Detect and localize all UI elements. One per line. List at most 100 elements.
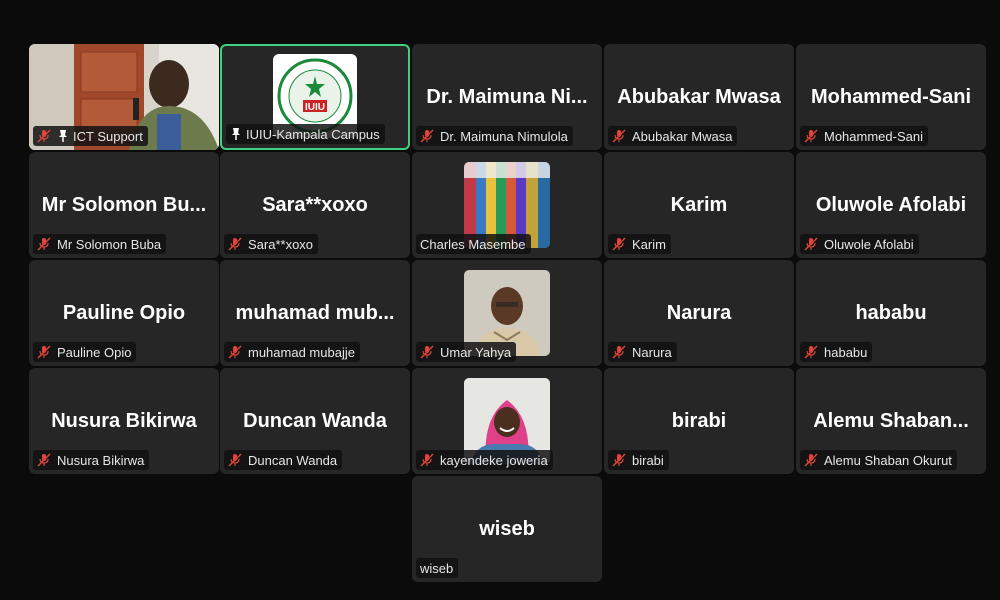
mic-muted-icon (228, 237, 242, 251)
mic-muted-icon (228, 345, 242, 359)
participant-display-name: Sara**xoxo (262, 194, 368, 216)
participant-name: hababu (824, 344, 868, 360)
participant-display-name: Mr Solomon Bu... (41, 194, 207, 216)
participant-display-name: Alemu Shaban... (813, 410, 969, 432)
participant-display-name: Nusura Bikirwa (51, 410, 197, 432)
participant-tile[interactable]: Dr. Maimuna Ni... Dr. Maimuna Nimulola (412, 44, 602, 150)
participant-tile[interactable]: Charles Masembe (412, 152, 602, 258)
participant-tile[interactable]: hababu hababu (796, 260, 986, 366)
participant-tile[interactable]: muhamad mub... muhamad mubajje (220, 260, 410, 366)
participant-name: Mohammed-Sani (824, 128, 923, 144)
participant-name: muhamad mubajje (248, 344, 355, 360)
participant-name: birabi (632, 452, 664, 468)
participant-name: Charles Masembe (420, 236, 526, 252)
participant-name-label: hababu (800, 342, 873, 362)
mic-muted-icon (228, 453, 242, 467)
participant-name-label: Dr. Maimuna Nimulola (416, 126, 573, 146)
participant-tile[interactable]: Umar Yahya (412, 260, 602, 366)
logo-text: IUIU (305, 102, 325, 113)
participant-display-name: Narura (666, 302, 732, 324)
participant-tile-ict-support[interactable]: ICT Support (29, 44, 219, 150)
participant-name: wiseb (420, 560, 454, 576)
participant-name-label: Nusura Bikirwa (33, 450, 150, 470)
participant-name-label: IUIU-Kampala Campus (226, 124, 385, 144)
participant-display-name: Oluwole Afolabi (815, 194, 967, 216)
mic-muted-icon (804, 345, 818, 359)
participant-name-label: Sara**xoxo (224, 234, 319, 254)
participant-tile[interactable]: wiseb wiseb (412, 476, 602, 582)
mic-muted-icon (37, 453, 51, 467)
participant-name-label: wiseb (416, 558, 459, 578)
participant-name-label: Oluwole Afolabi (800, 234, 919, 254)
mic-muted-icon (420, 129, 434, 143)
participant-tile[interactable]: Abubakar Mwasa Abubakar Mwasa (604, 44, 794, 150)
participant-name-label: birabi (608, 450, 669, 470)
participant-name-label: muhamad mubajje (224, 342, 360, 362)
participant-tile[interactable]: Mohammed-Sani Mohammed-Sani (796, 44, 986, 150)
mic-muted-icon (612, 453, 626, 467)
participant-name: Pauline Opio (57, 344, 132, 360)
participant-name-label: ICT Support (33, 126, 148, 146)
participant-tile[interactable]: Duncan Wanda Duncan Wanda (220, 368, 410, 474)
mic-muted-icon (37, 129, 51, 143)
participant-tile[interactable]: Alemu Shaban... Alemu Shaban Okurut (796, 368, 986, 474)
participant-display-name: hababu (855, 302, 927, 324)
participant-name-label: Narura (608, 342, 677, 362)
mic-muted-icon (612, 345, 626, 359)
pin-icon (59, 130, 67, 142)
participant-tile[interactable]: Sara**xoxo Sara**xoxo (220, 152, 410, 258)
participant-display-name: Pauline Opio (62, 302, 186, 324)
participant-name: Narura (632, 344, 672, 360)
participant-name: Karim (632, 236, 666, 252)
participant-name: kayendeke joweria (440, 452, 548, 468)
participant-tile[interactable]: Nusura Bikirwa Nusura Bikirwa (29, 368, 219, 474)
participant-display-name: muhamad mub... (235, 302, 395, 324)
participant-tile[interactable]: birabi birabi (604, 368, 794, 474)
video-gallery: ICT Support IUIU IUIU-Kampala Campus Dr.… (0, 0, 1000, 600)
participant-name-label: kayendeke joweria (416, 450, 553, 470)
participant-name: IUIU-Kampala Campus (246, 126, 380, 142)
participant-display-name: Mohammed-Sani (810, 86, 972, 108)
participant-name-label: Duncan Wanda (224, 450, 343, 470)
participant-tile[interactable]: kayendeke joweria (412, 368, 602, 474)
participant-display-name: birabi (671, 410, 727, 432)
mic-muted-icon (804, 237, 818, 251)
mic-muted-icon (37, 345, 51, 359)
participant-display-name: Dr. Maimuna Ni... (426, 86, 588, 108)
mic-muted-icon (612, 237, 626, 251)
participant-name-label: Abubakar Mwasa (608, 126, 738, 146)
participant-name-label: Mr Solomon Buba (33, 234, 167, 254)
participant-tile[interactable]: Karim Karim (604, 152, 794, 258)
participant-name-label: Umar Yahya (416, 342, 517, 362)
mic-muted-icon (804, 129, 818, 143)
participant-name: Dr. Maimuna Nimulola (440, 128, 568, 144)
participant-name: ICT Support (73, 128, 143, 144)
participant-name-label: Alemu Shaban Okurut (800, 450, 957, 470)
participant-name: Nusura Bikirwa (57, 452, 145, 468)
participant-display-name: Duncan Wanda (243, 410, 387, 432)
participant-name-label: Charles Masembe (416, 234, 531, 254)
participant-display-name: wiseb (479, 518, 535, 540)
participant-name: Oluwole Afolabi (824, 236, 914, 252)
mic-muted-icon (37, 237, 51, 251)
participant-name: Umar Yahya (440, 344, 512, 360)
participant-name: Duncan Wanda (248, 452, 338, 468)
participant-tile[interactable]: Pauline Opio Pauline Opio (29, 260, 219, 366)
participant-name-label: Karim (608, 234, 671, 254)
mic-muted-icon (420, 345, 434, 359)
mic-muted-icon (420, 453, 434, 467)
participant-display-name: Karim (670, 194, 728, 216)
participant-name-label: Pauline Opio (33, 342, 137, 362)
pin-icon (232, 128, 240, 140)
mic-muted-icon (804, 453, 818, 467)
participant-name: Sara**xoxo (248, 236, 314, 252)
participant-tile[interactable]: Mr Solomon Bu... Mr Solomon Buba (29, 152, 219, 258)
participant-display-name: Abubakar Mwasa (617, 86, 781, 108)
participant-tile-iuiu-kampala-campus[interactable]: IUIU IUIU-Kampala Campus (220, 44, 410, 150)
participant-name-label: Mohammed-Sani (800, 126, 928, 146)
participant-name: Mr Solomon Buba (57, 236, 162, 252)
mic-muted-icon (612, 129, 626, 143)
participant-tile[interactable]: Oluwole Afolabi Oluwole Afolabi (796, 152, 986, 258)
participant-name: Abubakar Mwasa (632, 128, 733, 144)
participant-tile[interactable]: Narura Narura (604, 260, 794, 366)
